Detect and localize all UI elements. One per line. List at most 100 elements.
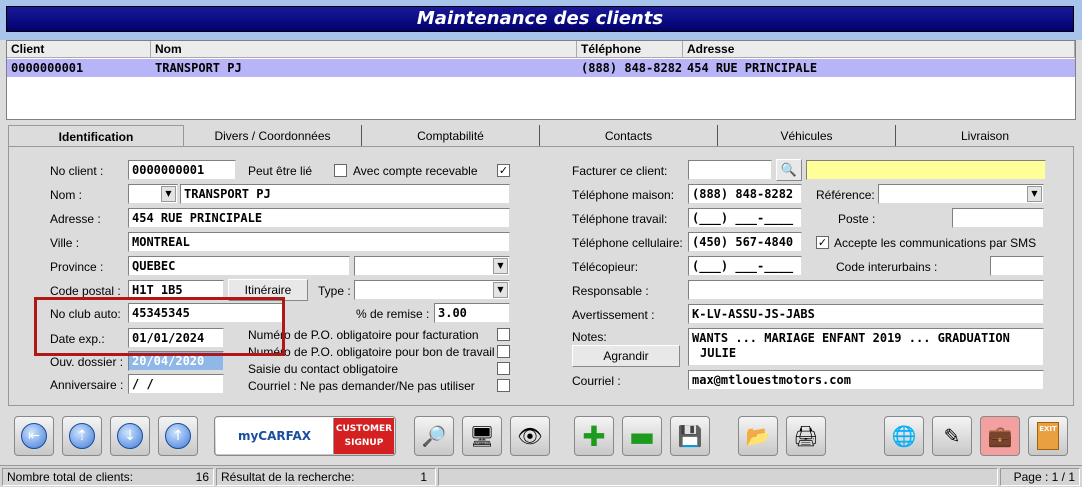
customer-signup-label: CUSTOMER SIGNUP: [334, 418, 394, 454]
chevron-down-icon[interactable]: ▼: [161, 186, 176, 202]
table-row[interactable]: 0000000001 TRANSPORT PJ (888) 848-8282 4…: [7, 59, 1075, 77]
responsable-field[interactable]: [688, 280, 1044, 300]
tel-maison-label: Téléphone maison:: [572, 188, 675, 202]
compte-recevable-label: Avec compte recevable: [353, 164, 478, 178]
courriel-ne-pas-checkbox[interactable]: [497, 379, 510, 392]
province-label: Province :: [50, 260, 104, 274]
ville-label: Ville :: [50, 236, 80, 250]
poste-label: Poste :: [838, 212, 876, 226]
search-result-value: 1: [420, 470, 427, 484]
edit-button[interactable]: ✎: [932, 416, 972, 456]
remise-field[interactable]: 3.00: [434, 303, 510, 323]
chevron-down-icon[interactable]: ▼: [1027, 186, 1042, 202]
eye-icon: 👁: [517, 424, 543, 448]
adresse-field[interactable]: 454 RUE PRINCIPALE: [128, 208, 510, 228]
globe-button[interactable]: 🌐: [884, 416, 924, 456]
column-header-client[interactable]: Client: [7, 41, 151, 58]
tab-comptabilite[interactable]: Comptabilité: [362, 125, 540, 147]
print-button[interactable]: 🖨: [786, 416, 826, 456]
reference-label: Référence:: [816, 188, 875, 202]
view-button[interactable]: 👁: [510, 416, 550, 456]
exit-button[interactable]: EXIT: [1028, 416, 1068, 456]
cell-nom: TRANSPORT PJ: [155, 61, 242, 75]
remise-label: % de remise :: [356, 307, 430, 321]
courriel-field[interactable]: max@mtlouestmotors.com: [688, 370, 1044, 390]
tel-cell-field[interactable]: (450) 567-4840: [688, 232, 802, 252]
salutation-select[interactable]: ▼: [128, 184, 178, 204]
carfax-logo: myCARFAX: [216, 418, 334, 454]
tel-maison-field[interactable]: (888) 848-8282: [688, 184, 802, 204]
first-record-icon: ⇤: [21, 423, 47, 449]
courriel-ne-pas-label: Courriel : Ne pas demander/Ne pas utilis…: [248, 379, 475, 393]
carfax-signup-button[interactable]: myCARFAX CUSTOMER SIGNUP: [214, 416, 396, 456]
sms-checkbox[interactable]: ✓: [816, 236, 829, 249]
ville-field[interactable]: MONTREAL: [128, 232, 510, 252]
notes-field[interactable]: WANTS ... MARIAGE ENFANT 2019 ... GRADUA…: [688, 328, 1044, 366]
save-button[interactable]: 💾: [670, 416, 710, 456]
province-field[interactable]: QUEBEC: [128, 256, 350, 276]
poste-field[interactable]: [952, 208, 1044, 228]
cell-client: 0000000001: [11, 61, 84, 75]
no-client-field[interactable]: 0000000001: [128, 160, 236, 180]
search-button[interactable]: 🔎: [414, 416, 454, 456]
chevron-down-icon[interactable]: ▼: [493, 258, 508, 274]
courriel-label: Courriel :: [572, 374, 621, 388]
notes-line-2: JULIE: [700, 346, 737, 360]
window-title: Maintenance des clients: [6, 6, 1074, 32]
chevron-down-icon[interactable]: ▼: [493, 282, 508, 298]
screen-view-button[interactable]: 🖥: [462, 416, 502, 456]
peut-etre-lie-label: Peut être lié: [248, 164, 313, 178]
sms-label: Accepte les communications par SMS: [834, 236, 1037, 250]
first-record-button[interactable]: ⇤: [14, 416, 54, 456]
arrow-down-icon: ↓: [117, 423, 143, 449]
nom-label: Nom :: [50, 188, 83, 202]
cell-telephone: (888) 848-8282: [581, 61, 683, 75]
tab-vehicules[interactable]: Véhicules: [718, 125, 896, 147]
reference-select[interactable]: ▼: [878, 184, 1044, 204]
avertissement-field[interactable]: K-LV-ASSU-JS-JABS: [688, 304, 1044, 324]
next-record-button[interactable]: ↓: [110, 416, 150, 456]
folder-icon: 📂: [745, 424, 771, 448]
column-header-nom[interactable]: Nom: [151, 41, 577, 58]
tab-livraison[interactable]: Livraison: [896, 125, 1074, 147]
po-facturation-checkbox[interactable]: [497, 328, 510, 341]
briefcase-button[interactable]: 💼: [980, 416, 1020, 456]
facturer-label: Facturer ce client:: [572, 164, 668, 178]
nom-field[interactable]: TRANSPORT PJ: [180, 184, 510, 204]
remove-button[interactable]: ▬: [622, 416, 662, 456]
tel-travail-field[interactable]: (___) ___-____: [688, 208, 802, 228]
notes-line-1: WANTS ... MARIAGE ENFANT 2019 ... GRADUA…: [692, 331, 1010, 345]
title-bar: Maintenance des clients: [0, 0, 1082, 40]
folder-button[interactable]: 📂: [738, 416, 778, 456]
cell-adresse: 454 RUE PRINCIPALE: [687, 61, 818, 75]
search-result-label: Résultat de la recherche:: [221, 470, 355, 484]
contact-obligatoire-label: Saisie du contact obligatoire: [248, 362, 399, 376]
tab-contacts[interactable]: Contacts: [540, 125, 718, 147]
facturer-field[interactable]: [688, 160, 772, 180]
contact-obligatoire-checkbox[interactable]: [497, 362, 510, 375]
search-client-button[interactable]: 🔍: [776, 159, 802, 181]
facturer-name-field[interactable]: [806, 160, 1046, 180]
po-bon-travail-checkbox[interactable]: [497, 345, 510, 358]
code-interurbains-field[interactable]: [990, 256, 1044, 276]
column-header-adresse[interactable]: Adresse: [683, 41, 1075, 58]
tab-identification[interactable]: Identification: [8, 125, 184, 147]
anniversaire-field[interactable]: / /: [128, 374, 224, 394]
type-select[interactable]: ▼: [354, 280, 510, 300]
agrandir-button[interactable]: Agrandir: [572, 345, 680, 367]
previous-record-button[interactable]: ⇡: [62, 416, 102, 456]
notes-label: Notes:: [572, 330, 607, 344]
last-record-button[interactable]: ↑: [158, 416, 198, 456]
tab-divers[interactable]: Divers / Coordonnées: [184, 125, 362, 147]
floppy-disk-icon: 💾: [677, 424, 703, 448]
telecopieur-field[interactable]: (___) ___-____: [688, 256, 802, 276]
column-header-telephone[interactable]: Téléphone: [577, 41, 683, 58]
toolbar: ⇤ ⇡ ↓ ↑ myCARFAX CUSTOMER SIGNUP 🔎 🖥 👁 ✚…: [0, 412, 1082, 462]
add-button[interactable]: ✚: [574, 416, 614, 456]
compte-recevable-checkbox[interactable]: [334, 164, 347, 177]
province-select[interactable]: ▼: [354, 256, 510, 276]
client-list[interactable]: Client Nom Téléphone Adresse 0000000001 …: [6, 40, 1076, 120]
tel-travail-label: Téléphone travail:: [572, 212, 668, 226]
peut-etre-lie-checkbox[interactable]: ✓: [497, 164, 510, 177]
search-icon: 🔍: [780, 162, 798, 177]
